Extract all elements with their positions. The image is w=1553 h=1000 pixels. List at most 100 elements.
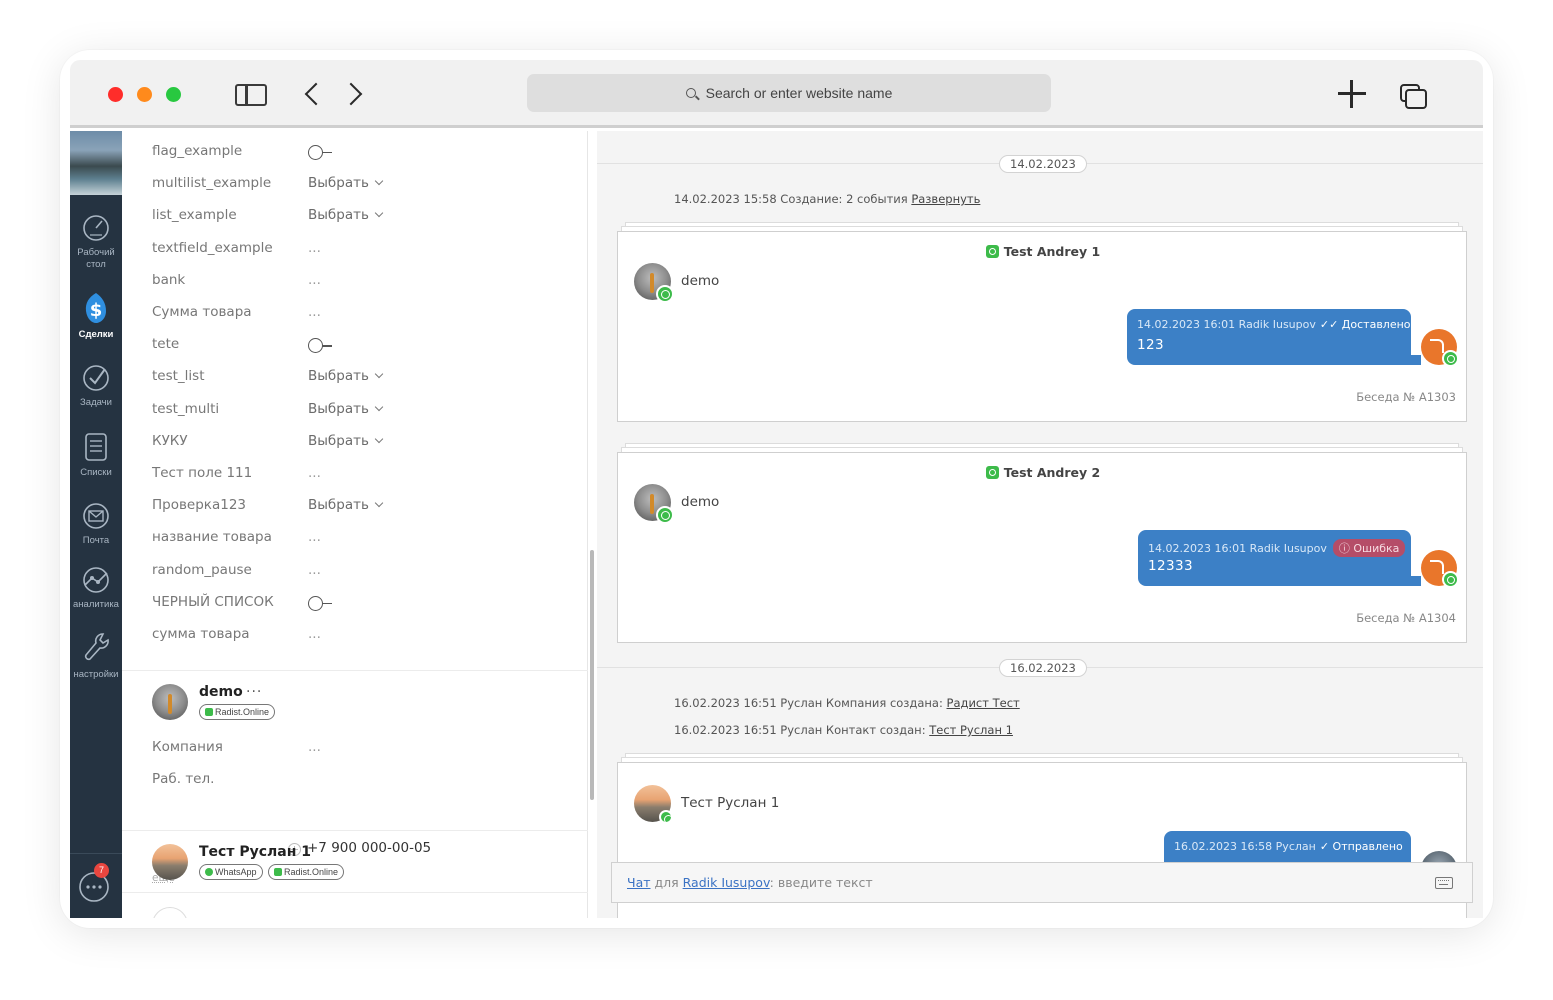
- back-arrow-icon[interactable]: [304, 82, 328, 106]
- toggle-switch[interactable]: [308, 595, 332, 611]
- contact-name[interactable]: demo: [199, 684, 243, 700]
- avatar[interactable]: [152, 684, 188, 720]
- message-bubble[interactable]: 14.02.2023 16:01 Radik Iusupov ⓘ Ошибка 1…: [1138, 530, 1411, 586]
- nav-tasks[interactable]: Задачи: [70, 363, 122, 409]
- add-contact-avatar[interactable]: [152, 907, 188, 918]
- contact-link[interactable]: Тест Руслан 1: [929, 723, 1013, 737]
- bubble-tail: [1411, 355, 1421, 365]
- delivered-status: ✓✓ Доставлено: [1319, 318, 1411, 331]
- app-sidebar: Рабочий стол $ Сделки Задачи Списки Почт…: [70, 131, 122, 918]
- sender-avatar: [634, 263, 674, 303]
- field-value[interactable]: ...: [308, 739, 321, 755]
- tab-overview-button[interactable]: [1400, 84, 1427, 109]
- date-pill: 16.02.2023: [999, 659, 1087, 677]
- field-row: test_multi Выбрать: [152, 401, 572, 423]
- field-row: ЧЕРНЫЙ СПИСОК: [152, 594, 572, 616]
- nav-analytics[interactable]: аналитика: [70, 565, 122, 611]
- whatsapp-icon: [656, 285, 674, 303]
- address-bar[interactable]: Search or enter website name: [527, 74, 1051, 112]
- analytics-icon: [83, 567, 109, 593]
- event-line: 16.02.2023 16:51 Руслан Контакт создан: …: [674, 723, 1013, 737]
- maximize-window-button[interactable]: [166, 87, 181, 102]
- field-label: bank: [152, 271, 186, 288]
- whatsapp-icon: [656, 506, 674, 524]
- sidebar-toggle-icon[interactable]: [235, 84, 267, 106]
- composer-prompt[interactable]: Чат для Radik Iusupov: введите текст: [627, 875, 873, 890]
- nav-label: Рабочий стол: [77, 247, 115, 270]
- field-label: Раб. тел.: [152, 771, 215, 787]
- conversation-card: Test Andrey 1 demo 14.02.2023 16:01 Radi…: [617, 231, 1467, 422]
- checkmark-icon: [83, 365, 109, 391]
- message-bubble[interactable]: 14.02.2023 16:01 Radik Iusupov ✓✓ Доставл…: [1127, 309, 1411, 365]
- field-row: название товара...: [152, 529, 572, 551]
- toggle-switch[interactable]: [308, 338, 332, 354]
- field-label: random_pause: [152, 561, 252, 578]
- nav-divider: [70, 853, 122, 854]
- field-row: random_pause...: [152, 562, 572, 584]
- nav-settings[interactable]: настройки: [70, 631, 122, 681]
- expand-link[interactable]: Развернуть: [911, 192, 980, 206]
- recipient-link[interactable]: Radik Iusupov: [683, 875, 770, 890]
- nav-dashboard[interactable]: Рабочий стол: [70, 213, 122, 271]
- address-placeholder: Search or enter website name: [705, 85, 893, 101]
- field-label: Тест поле 111: [152, 465, 253, 481]
- conversation-number[interactable]: Беседа № A1304: [1356, 611, 1456, 625]
- nav-mail[interactable]: Почта: [70, 501, 122, 547]
- nav-label: Сделки: [78, 329, 114, 340]
- chat-type-link[interactable]: Чат: [627, 875, 651, 890]
- avatar[interactable]: [152, 844, 188, 880]
- field-value[interactable]: ...: [308, 562, 321, 578]
- field-label: test_multi: [152, 400, 220, 417]
- field-row: Тест поле 111...: [152, 465, 572, 487]
- field-value[interactable]: ...: [308, 304, 321, 320]
- field-value[interactable]: ...: [308, 240, 321, 256]
- close-window-button[interactable]: [108, 87, 123, 102]
- toggle-switch[interactable]: [308, 145, 332, 160]
- keyboard-icon[interactable]: [1435, 877, 1453, 889]
- message-composer[interactable]: Чат для Radik Iusupov: введите текст: [611, 862, 1473, 903]
- message-text: 123: [1137, 337, 1164, 353]
- scrollbar[interactable]: [590, 550, 594, 800]
- nav-label: Списки: [80, 467, 112, 478]
- select-dropdown[interactable]: Выбрать: [308, 497, 382, 513]
- field-value[interactable]: ...: [308, 465, 321, 481]
- nav-lists[interactable]: Списки: [70, 431, 122, 479]
- svg-text:$: $: [90, 300, 103, 321]
- field-label: multilist_example: [152, 175, 272, 192]
- select-dropdown[interactable]: Выбрать: [308, 175, 382, 191]
- conversation-number[interactable]: Беседа № A1303: [1356, 390, 1456, 404]
- new-tab-button[interactable]: [1338, 80, 1366, 108]
- whatsapp-icon: [1442, 350, 1459, 367]
- field-label: textfield_example: [152, 239, 273, 256]
- event-line: 16.02.2023 16:51 Руслан Компания создана…: [674, 696, 1020, 710]
- select-dropdown[interactable]: Выбрать: [308, 368, 382, 384]
- phone-value[interactable]: +7 900 000-00-05: [307, 840, 431, 856]
- whatsapp-icon: [659, 810, 673, 824]
- channel-tag: Radist.Online: [199, 704, 276, 720]
- field-value[interactable]: ...: [308, 529, 321, 545]
- contact-name[interactable]: Тест Руслан 1: [199, 844, 311, 860]
- select-dropdown[interactable]: Выбрать: [308, 207, 382, 223]
- section-divider: [122, 830, 588, 831]
- account-avatar[interactable]: [70, 131, 122, 195]
- event-text: 14.02.2023 15:58 Создание: 2 события: [674, 192, 912, 206]
- conversation-title: Test Andrey 1: [618, 244, 1468, 259]
- select-dropdown[interactable]: Выбрать: [308, 433, 382, 449]
- dollar-icon: $: [85, 293, 106, 323]
- field-value[interactable]: ...: [308, 272, 321, 288]
- field-value[interactable]: ...: [308, 626, 321, 642]
- event-line: 14.02.2023 15:58 Создание: 2 события Раз…: [674, 192, 980, 206]
- channel-tag: WhatsApp: [199, 864, 263, 880]
- field-row: Сумма товара...: [152, 304, 572, 326]
- title-text: Test Andrey 1: [1003, 244, 1101, 259]
- sender-name: demo: [681, 273, 720, 289]
- activity-feed: 14.02.2023 14.02.2023 15:58 Создание: 2 …: [597, 131, 1483, 918]
- field-label: test_list: [152, 368, 205, 385]
- nav-deals[interactable]: $ Сделки: [70, 291, 122, 341]
- more-options-icon[interactable]: ···: [246, 684, 262, 700]
- minimize-window-button[interactable]: [137, 87, 152, 102]
- field-label: Сумма товара: [152, 304, 252, 320]
- select-dropdown[interactable]: Выбрать: [308, 401, 382, 417]
- company-link[interactable]: Радист Тест: [947, 696, 1020, 710]
- forward-arrow-icon[interactable]: [339, 82, 363, 106]
